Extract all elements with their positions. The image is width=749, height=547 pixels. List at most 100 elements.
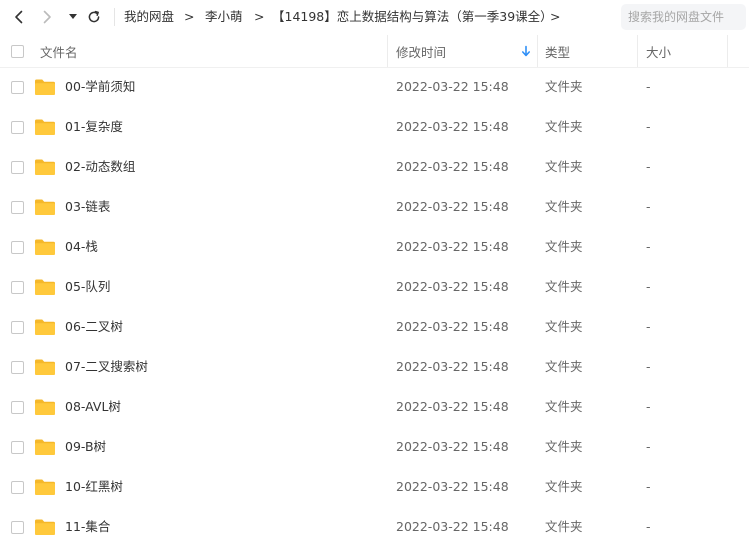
- column-divider[interactable]: [387, 35, 388, 67]
- file-modified-time: 2022-03-22 15:48: [396, 479, 509, 494]
- row-checkbox[interactable]: [11, 281, 24, 294]
- file-size: -: [646, 519, 651, 534]
- folder-icon: [35, 359, 55, 375]
- file-modified-time: 2022-03-22 15:48: [396, 119, 509, 134]
- column-divider[interactable]: [537, 35, 538, 67]
- row-checkbox[interactable]: [11, 121, 24, 134]
- file-row[interactable]: 03-链表 2022-03-22 15:48 文件夹 -: [0, 187, 749, 227]
- file-row[interactable]: 00-学前须知 2022-03-22 15:48 文件夹 -: [0, 67, 749, 107]
- file-row[interactable]: 05-队列 2022-03-22 15:48 文件夹 -: [0, 267, 749, 307]
- file-size: -: [646, 319, 651, 334]
- file-type: 文件夹: [545, 199, 583, 214]
- file-row[interactable]: 10-红黑树 2022-03-22 15:48 文件夹 -: [0, 467, 749, 507]
- file-name[interactable]: 03-链表: [65, 199, 110, 215]
- column-divider[interactable]: [727, 35, 728, 67]
- file-name[interactable]: 07-二叉搜索树: [65, 359, 148, 375]
- file-size: -: [646, 159, 651, 174]
- chevron-right-icon: [43, 10, 51, 24]
- back-button[interactable]: [10, 5, 28, 29]
- file-name[interactable]: 08-AVL树: [65, 399, 121, 415]
- file-modified-time: 2022-03-22 15:48: [396, 439, 509, 454]
- top-navigation-bar: 我的网盘 > 李小萌 > 【14198】恋上数据结构与算法（第一季39课全） >: [0, 0, 749, 34]
- row-checkbox[interactable]: [11, 201, 24, 214]
- folder-icon: [35, 439, 55, 455]
- file-type: 文件夹: [545, 479, 583, 494]
- breadcrumb-item-course-folder[interactable]: 【14198】恋上数据结构与算法（第一季39课全）: [272, 9, 553, 25]
- file-name[interactable]: 10-红黑树: [65, 479, 123, 495]
- file-modified-time: 2022-03-22 15:48: [396, 319, 509, 334]
- history-dropdown-button[interactable]: [66, 5, 80, 29]
- file-size: -: [646, 439, 651, 454]
- file-row[interactable]: 02-动态数组 2022-03-22 15:48 文件夹 -: [0, 147, 749, 187]
- file-row[interactable]: 06-二叉树 2022-03-22 15:48 文件夹 -: [0, 307, 749, 347]
- column-header-type[interactable]: 类型: [545, 35, 570, 67]
- file-row[interactable]: 01-复杂度 2022-03-22 15:48 文件夹 -: [0, 107, 749, 147]
- column-header-modified[interactable]: 修改时间: [396, 35, 446, 67]
- file-size: -: [646, 399, 651, 414]
- folder-icon: [35, 319, 55, 335]
- file-type: 文件夹: [545, 519, 583, 534]
- folder-icon: [35, 279, 55, 295]
- row-checkbox[interactable]: [11, 241, 24, 254]
- file-size: -: [646, 79, 651, 94]
- breadcrumb-more-separator: >: [550, 9, 561, 24]
- breadcrumb-item-user-folder[interactable]: 李小萌: [205, 9, 243, 25]
- file-name[interactable]: 09-B树: [65, 439, 106, 455]
- row-checkbox[interactable]: [11, 481, 24, 494]
- chevron-left-icon: [15, 10, 23, 24]
- row-checkbox[interactable]: [11, 161, 24, 174]
- row-checkbox[interactable]: [11, 321, 24, 334]
- folder-icon: [35, 159, 55, 175]
- breadcrumb-separator: >: [254, 9, 265, 24]
- file-name[interactable]: 00-学前须知: [65, 79, 135, 95]
- file-size: -: [646, 199, 651, 214]
- file-modified-time: 2022-03-22 15:48: [396, 279, 509, 294]
- file-row[interactable]: 09-B树 2022-03-22 15:48 文件夹 -: [0, 427, 749, 467]
- refresh-icon: [88, 10, 100, 23]
- forward-button[interactable]: [38, 5, 56, 29]
- column-header-size[interactable]: 大小: [646, 35, 671, 67]
- search-input[interactable]: [621, 4, 746, 30]
- select-all-checkbox[interactable]: [11, 45, 24, 58]
- file-size: -: [646, 479, 651, 494]
- file-modified-time: 2022-03-22 15:48: [396, 199, 509, 214]
- file-size: -: [646, 119, 651, 134]
- file-type: 文件夹: [545, 359, 583, 374]
- file-size: -: [646, 359, 651, 374]
- row-checkbox[interactable]: [11, 441, 24, 454]
- file-modified-time: 2022-03-22 15:48: [396, 359, 509, 374]
- caret-down-icon: [69, 14, 77, 19]
- file-name[interactable]: 02-动态数组: [65, 159, 135, 175]
- file-size: -: [646, 279, 651, 294]
- file-type: 文件夹: [545, 439, 583, 454]
- folder-icon: [35, 119, 55, 135]
- file-name[interactable]: 05-队列: [65, 279, 110, 295]
- file-type: 文件夹: [545, 279, 583, 294]
- folder-icon: [35, 399, 55, 415]
- row-checkbox[interactable]: [11, 521, 24, 534]
- row-checkbox[interactable]: [11, 361, 24, 374]
- refresh-button[interactable]: [85, 5, 103, 29]
- breadcrumb-item-my-drive[interactable]: 我的网盘: [124, 9, 174, 25]
- column-divider[interactable]: [637, 35, 638, 67]
- file-row[interactable]: 07-二叉搜索树 2022-03-22 15:48 文件夹 -: [0, 347, 749, 387]
- file-name[interactable]: 04-栈: [65, 239, 98, 255]
- file-row[interactable]: 04-栈 2022-03-22 15:48 文件夹 -: [0, 227, 749, 267]
- folder-icon: [35, 79, 55, 95]
- file-row[interactable]: 11-集合 2022-03-22 15:48 文件夹 -: [0, 507, 749, 547]
- file-row[interactable]: 08-AVL树 2022-03-22 15:48 文件夹 -: [0, 387, 749, 427]
- file-name[interactable]: 06-二叉树: [65, 319, 123, 335]
- row-checkbox[interactable]: [11, 401, 24, 414]
- file-modified-time: 2022-03-22 15:48: [396, 159, 509, 174]
- file-name[interactable]: 11-集合: [65, 519, 110, 535]
- row-checkbox[interactable]: [11, 81, 24, 94]
- file-modified-time: 2022-03-22 15:48: [396, 519, 509, 534]
- file-modified-time: 2022-03-22 15:48: [396, 239, 509, 254]
- folder-icon: [35, 479, 55, 495]
- file-list-header: 文件名 修改时间 类型 大小: [0, 35, 749, 68]
- file-type: 文件夹: [545, 399, 583, 414]
- sort-descending-icon[interactable]: [520, 45, 532, 57]
- file-name[interactable]: 01-复杂度: [65, 119, 123, 135]
- file-modified-time: 2022-03-22 15:48: [396, 79, 509, 94]
- column-header-name[interactable]: 文件名: [40, 35, 78, 67]
